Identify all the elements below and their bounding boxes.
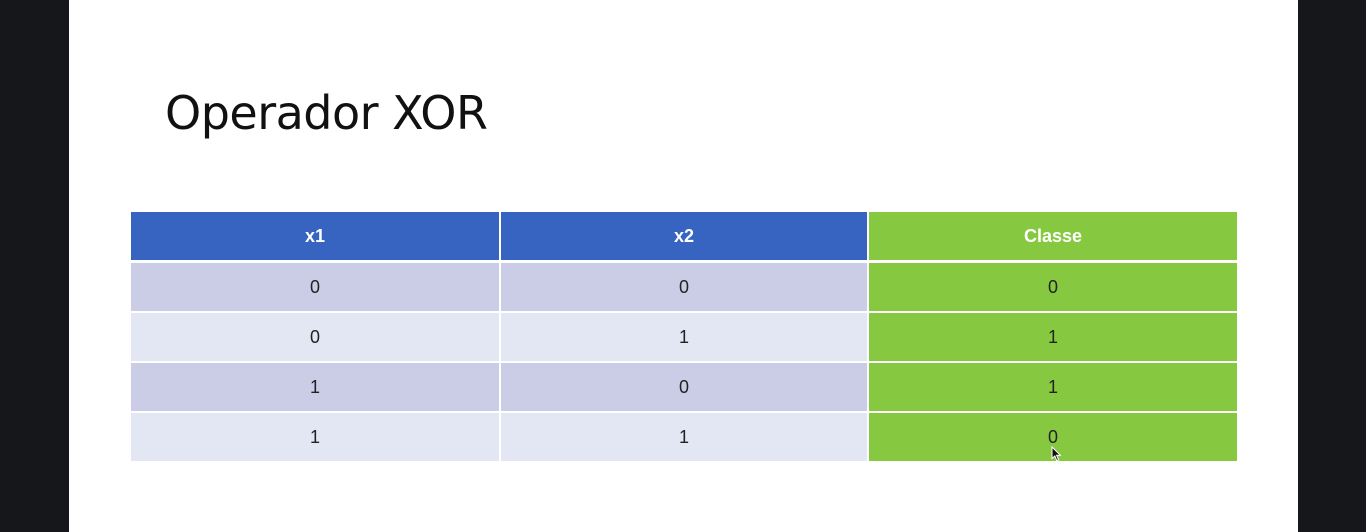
cell-classe: 1 <box>867 361 1237 411</box>
cell-x1: 0 <box>131 311 499 361</box>
mouse-pointer-icon <box>1051 446 1062 462</box>
cell-x2: 1 <box>499 311 867 361</box>
cell-x1: 0 <box>131 263 499 311</box>
presentation-slide: Operador XOR x1 x2 Classe 0 0 0 0 1 1 1 … <box>69 0 1298 532</box>
cell-classe: 0 <box>867 263 1237 311</box>
cell-x2: 0 <box>499 361 867 411</box>
slide-title: Operador XOR <box>165 86 488 140</box>
table-row: 0 0 0 <box>131 263 1237 311</box>
cell-x2: 1 <box>499 411 867 461</box>
cell-x1: 1 <box>131 361 499 411</box>
table-row: 0 1 1 <box>131 311 1237 361</box>
column-header-classe: Classe <box>867 212 1237 263</box>
cell-x1: 1 <box>131 411 499 461</box>
xor-truth-table: x1 x2 Classe 0 0 0 0 1 1 1 0 1 1 1 0 <box>131 212 1237 461</box>
cell-x2: 0 <box>499 263 867 311</box>
table-row: 1 0 1 <box>131 361 1237 411</box>
cell-classe: 1 <box>867 311 1237 361</box>
table-header-row: x1 x2 Classe <box>131 212 1237 263</box>
column-header-x1: x1 <box>131 212 499 263</box>
column-header-x2: x2 <box>499 212 867 263</box>
table-row: 1 1 0 <box>131 411 1237 461</box>
screen: Operador XOR x1 x2 Classe 0 0 0 0 1 1 1 … <box>0 0 1366 532</box>
